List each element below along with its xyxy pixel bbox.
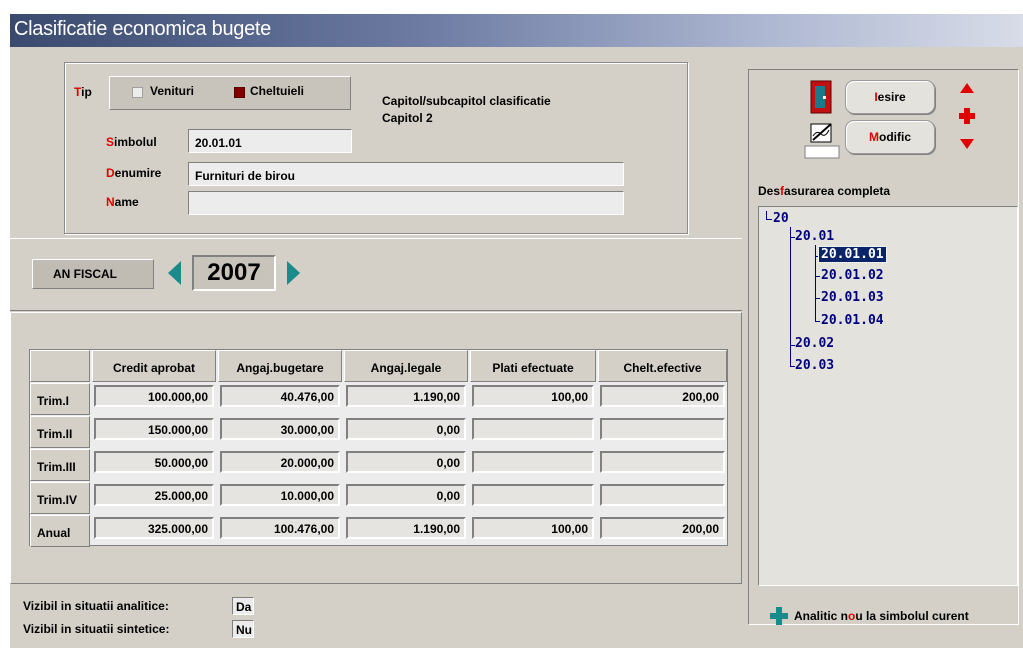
table-cell[interactable]: 30.000,00 <box>220 418 340 440</box>
table-cell[interactable] <box>600 484 725 506</box>
table-cell[interactable]: 0,00 <box>346 451 466 473</box>
column-header: Credit aprobat <box>92 350 216 382</box>
table-cell[interactable] <box>600 418 725 440</box>
capitol-value: Capitol 2 <box>382 111 433 125</box>
table-cell[interactable]: 0,00 <box>346 484 466 506</box>
name-label: Name <box>106 195 139 209</box>
add-analytic-label[interactable]: Analitic nou la simbolul curent <box>794 609 969 623</box>
table-cell[interactable]: 150.000,00 <box>94 418 214 440</box>
venituri-checkbox[interactable] <box>132 87 143 98</box>
door-exit-icon <box>810 80 832 114</box>
name-field[interactable] <box>188 191 624 215</box>
table-cell[interactable]: 325.000,00 <box>94 517 214 539</box>
table-cell[interactable]: 1.190,00 <box>346 517 466 539</box>
next-arrow-icon[interactable] <box>286 261 300 285</box>
column-header: Chelt.efective <box>598 350 727 382</box>
table-cell[interactable]: 100.000,00 <box>94 385 214 407</box>
modific-button[interactable]: Modific <box>845 120 935 154</box>
tree-connector <box>815 321 820 322</box>
classification-tree[interactable]: 20 20.01 20.01.01 20.01.02 20.01.03 20.0… <box>758 206 1018 586</box>
table-cell[interactable] <box>600 451 725 473</box>
prev-arrow-icon[interactable] <box>168 261 182 285</box>
capitol-title: Capitol/subcapitol clasificatie <box>382 94 551 108</box>
plus-icon[interactable] <box>959 108 975 124</box>
column-header: Angaj.legale <box>344 350 468 382</box>
tree-node[interactable]: 20.01.03 <box>821 290 884 305</box>
simbol-label: Simbolul <box>106 135 157 149</box>
tree-node[interactable]: 20 <box>773 211 789 226</box>
tree-connector <box>790 227 791 367</box>
venituri-label[interactable]: Venituri <box>150 84 194 98</box>
title-bar: Clasificatie economica bugete <box>10 14 1023 47</box>
sintetice-label: Vizibil in situatii sintetice: <box>23 622 170 636</box>
denumire-field[interactable]: Furnituri de birou <box>188 162 624 186</box>
tree-node[interactable]: 20.01 <box>795 229 834 244</box>
iesire-button[interactable]: Iesire <box>845 80 935 114</box>
tip-toggle-group: Venituri Cheltuieli <box>109 76 351 110</box>
sintetice-value[interactable]: Nu <box>232 620 254 638</box>
edit-pen-icon <box>804 123 840 159</box>
table-cell[interactable]: 100,00 <box>472 517 594 539</box>
main-window: Tip Venituri Cheltuieli Capitol/subcapit… <box>10 47 1023 648</box>
table-cell[interactable] <box>472 451 594 473</box>
column-header: Angaj.bugetare <box>218 350 342 382</box>
table-cell[interactable]: 200,00 <box>600 517 725 539</box>
tree-node[interactable]: 20.01.02 <box>821 268 884 283</box>
tree-node[interactable]: 20.03 <box>795 358 834 373</box>
cheltuieli-label[interactable]: Cheltuieli <box>250 84 304 98</box>
row-header[interactable]: Trim.IV <box>30 482 90 514</box>
tree-title: Desfasurarea completa <box>758 184 891 198</box>
table-cell[interactable]: 200,00 <box>600 385 725 407</box>
row-header[interactable]: Anual <box>30 515 90 547</box>
table-cell[interactable] <box>472 484 594 506</box>
right-panel: Iesire Modific Desfasurarea completa 20 … <box>748 69 1019 625</box>
analitice-label: Vizibil in situatii analitice: <box>23 599 169 613</box>
simbol-field[interactable]: 20.01.01 <box>188 129 352 153</box>
row-header[interactable]: Trim.II <box>30 416 90 448</box>
table-cell[interactable]: 10.000,00 <box>220 484 340 506</box>
row-header[interactable]: Trim.III <box>30 449 90 481</box>
fiscal-year-value[interactable]: 2007 <box>192 255 276 291</box>
table-cell[interactable]: 25.000,00 <box>94 484 214 506</box>
fiscal-year-panel: AN FISCAL 2007 <box>10 238 742 311</box>
tree-connector <box>815 298 820 299</box>
table-cell[interactable]: 0,00 <box>346 418 466 440</box>
table-cell[interactable]: 100,00 <box>472 385 594 407</box>
add-analytic-icon[interactable] <box>770 607 788 625</box>
table-cell[interactable] <box>472 418 594 440</box>
row-header[interactable]: Trim.I <box>30 383 90 415</box>
corner-header <box>30 350 90 382</box>
an-fiscal-label: AN FISCAL <box>32 259 154 289</box>
arrow-down-icon[interactable] <box>959 138 975 150</box>
column-header: Plati efectuate <box>470 350 596 382</box>
budget-grid: Credit aprobat Angaj.bugetare Angaj.lega… <box>29 349 728 547</box>
tip-label: Tip <box>74 85 92 99</box>
tree-connector <box>766 219 772 220</box>
table-cell[interactable]: 1.190,00 <box>346 385 466 407</box>
table-cell[interactable]: 20.000,00 <box>220 451 340 473</box>
tree-connector <box>815 276 820 277</box>
window-title: Clasificatie economica bugete <box>14 18 272 40</box>
table-cell[interactable]: 40.476,00 <box>220 385 340 407</box>
budget-table-panel: Credit aprobat Angaj.bugetare Angaj.lega… <box>10 312 742 584</box>
cheltuieli-checkbox[interactable] <box>234 87 245 98</box>
table-cell[interactable]: 50.000,00 <box>94 451 214 473</box>
tree-node[interactable]: 20.02 <box>795 336 834 351</box>
tree-node-selected[interactable]: 20.01.01 <box>818 246 887 263</box>
tree-node[interactable]: 20.01.04 <box>821 313 884 328</box>
arrow-up-icon[interactable] <box>959 82 975 94</box>
tree-connector <box>766 211 767 219</box>
analitice-value[interactable]: Da <box>232 597 254 615</box>
table-cell[interactable]: 100.476,00 <box>220 517 340 539</box>
denumire-label: Denumire <box>106 166 162 180</box>
